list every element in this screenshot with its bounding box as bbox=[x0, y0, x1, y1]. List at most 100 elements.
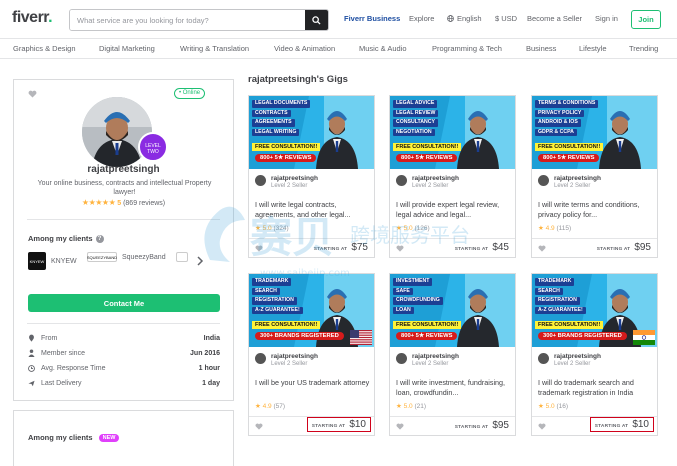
seller-name[interactable]: rajatpreetsingh bbox=[554, 175, 601, 182]
gig-thumbnail[interactable]: TRADEMARK SEARCH REGISTRATION A-Z GUARANTEE… bbox=[249, 274, 374, 347]
gig-thumbnail[interactable]: LEGAL DOCUMENTS CONTRACTS AGREEMENTS LEGAL … bbox=[249, 96, 374, 169]
gig-seller: rajatpreetsingh Level 2 Seller bbox=[396, 353, 459, 368]
gig-thumbnail[interactable]: TRADEMARK SEARCH REGISTRATION A-Z GUARANTEE… bbox=[532, 274, 657, 347]
free-consultation-label: FREE CONSULTATION!! bbox=[535, 321, 604, 329]
price-amount: $75 bbox=[351, 242, 368, 253]
client-logo bbox=[176, 252, 188, 262]
sign-in-link[interactable]: Sign in bbox=[595, 14, 618, 23]
gig-thumb-ribbon: TERMS & CONDITIONS bbox=[535, 100, 599, 108]
search-input[interactable] bbox=[70, 10, 305, 30]
category-graphics-design[interactable]: Graphics & Design bbox=[13, 44, 76, 53]
gig-thumb-ribbon: TRADEMARK bbox=[535, 278, 575, 286]
heart-icon[interactable] bbox=[396, 245, 404, 252]
starting-at-label: STARTING AT bbox=[594, 424, 629, 429]
gig-rating: ★ 4.9 (57) bbox=[255, 403, 286, 410]
gig-thumbnail[interactable]: TERMS & CONDITIONS PRIVACY POLICY ANDROID … bbox=[532, 96, 657, 169]
gig-thumb-ribbon: LEGAL WRITING bbox=[252, 128, 300, 136]
category-video-animation[interactable]: Video & Animation bbox=[274, 44, 335, 53]
gig-title[interactable]: I will write legal contracts, agreements… bbox=[255, 200, 370, 220]
starting-at-label: STARTING AT bbox=[454, 247, 489, 252]
heart-icon[interactable] bbox=[255, 245, 263, 252]
heart-icon[interactable] bbox=[538, 245, 546, 252]
gig-title[interactable]: I will provide expert legal review, lega… bbox=[396, 200, 511, 220]
help-icon[interactable]: ? bbox=[95, 234, 104, 243]
gig-rating: ★ 5.0 (21) bbox=[396, 403, 427, 410]
heart-icon[interactable] bbox=[28, 90, 37, 98]
seller-level: Level 2 Seller bbox=[554, 183, 591, 189]
category-writing-translation[interactable]: Writing & Translation bbox=[180, 44, 249, 53]
seller-name[interactable]: rajatpreetsingh bbox=[271, 353, 318, 360]
category-nav: Graphics & Design Digital Marketing Writ… bbox=[0, 38, 677, 59]
seller-avatar-small[interactable] bbox=[538, 175, 549, 186]
currency-selector[interactable]: $ USD bbox=[495, 14, 517, 23]
seller-name[interactable]: rajatpreetsingh bbox=[554, 353, 601, 360]
contact-me-button[interactable]: Contact Me bbox=[28, 294, 220, 312]
join-button[interactable]: Join bbox=[631, 10, 661, 29]
gig-thumbnail[interactable]: INVESTMENT SAFE CROWDFUNDING LOAN FREE CONSU… bbox=[390, 274, 515, 347]
gig-thumb-ribbon: CONTRACTS bbox=[252, 109, 291, 117]
gig-thumb-ribbon: PRIVACY POLICY bbox=[535, 109, 585, 117]
gig-footer: STARTING AT $10 bbox=[249, 416, 374, 435]
category-digital-marketing[interactable]: Digital Marketing bbox=[99, 44, 155, 53]
new-badge: NEW bbox=[98, 433, 120, 442]
free-consultation-label: FREE CONSULTATION!! bbox=[252, 143, 321, 151]
seller-avatar-small[interactable] bbox=[255, 175, 266, 186]
gig-thumb-ribbon: REGISTRATION bbox=[252, 297, 297, 305]
seller-name[interactable]: rajatpreetsingh bbox=[412, 353, 459, 360]
gig-thumbnail[interactable]: LEGAL ADVICE LEGAL REVIEW CONSULTANCY NEGOT… bbox=[390, 96, 515, 169]
free-consultation-label: FREE CONSULTATION!! bbox=[535, 143, 604, 151]
gig-card[interactable]: INVESTMENT SAFE CROWDFUNDING LOAN FREE CONSU… bbox=[389, 273, 516, 436]
category-trending[interactable]: Trending bbox=[629, 44, 658, 53]
gig-title[interactable]: I will do trademark search and trademark… bbox=[538, 378, 653, 398]
seller-profile-card: • Online LEVEL TWO rajatpreetsingh Your o… bbox=[13, 79, 234, 401]
fiverr-business-link[interactable]: Fiverr Business bbox=[344, 14, 400, 23]
level-two-badge: LEVEL TWO bbox=[138, 132, 168, 162]
language-selector[interactable]: English bbox=[447, 14, 482, 23]
seller-level: Level 2 Seller bbox=[554, 361, 591, 367]
gig-thumb-ribbon: GDPR & CCPA bbox=[535, 128, 577, 136]
gig-seller: rajatpreetsingh Level 2 Seller bbox=[255, 175, 318, 190]
category-music-audio[interactable]: Music & Audio bbox=[359, 44, 407, 53]
category-business[interactable]: Business bbox=[526, 44, 556, 53]
gig-title[interactable]: I will be your US trademark attorney bbox=[255, 378, 370, 398]
gig-card[interactable]: LEGAL ADVICE LEGAL REVIEW CONSULTANCY NEGOT… bbox=[389, 95, 516, 258]
client-partial bbox=[176, 252, 188, 262]
seller-avatar-small[interactable] bbox=[538, 353, 549, 364]
heart-icon[interactable] bbox=[538, 423, 546, 430]
free-consultation-label: FREE CONSULTATION!! bbox=[393, 143, 462, 151]
explore-link[interactable]: Explore bbox=[409, 14, 434, 23]
gig-card[interactable]: TERMS & CONDITIONS PRIVACY POLICY ANDROID … bbox=[531, 95, 658, 258]
gig-thumb-ribbon: A-Z GUARANTEE! bbox=[535, 306, 586, 314]
reviews-badge: 800+ 5★ REVIEWS bbox=[255, 154, 317, 162]
gig-title[interactable]: I will write terms and conditions, priva… bbox=[538, 200, 653, 220]
review-count[interactable]: (869 reviews) bbox=[123, 200, 165, 207]
gig-card[interactable]: TRADEMARK SEARCH REGISTRATION A-Z GUARANTEE… bbox=[248, 273, 375, 436]
squeezyband-logo: SQUEEZYBAND bbox=[87, 252, 117, 262]
search-button[interactable] bbox=[305, 10, 328, 30]
category-lifestyle[interactable]: Lifestyle bbox=[579, 44, 607, 53]
category-programming-tech[interactable]: Programming & Tech bbox=[432, 44, 502, 53]
fiverr-logo[interactable]: fiverr. bbox=[12, 9, 53, 27]
seller-name[interactable]: rajatpreetsingh bbox=[271, 175, 318, 182]
chevron-right-icon[interactable] bbox=[194, 254, 206, 268]
gig-title[interactable]: I will write investment, fundraising, lo… bbox=[396, 378, 511, 398]
seller-name[interactable]: rajatpreetsingh bbox=[412, 175, 459, 182]
become-seller-link[interactable]: Become a Seller bbox=[527, 14, 582, 23]
gig-seller: rajatpreetsingh Level 2 Seller bbox=[538, 353, 601, 368]
seller-username: rajatpreetsingh bbox=[87, 164, 160, 175]
gig-card[interactable]: TRADEMARK SEARCH REGISTRATION A-Z GUARANTEE… bbox=[531, 273, 658, 436]
online-badge: • Online bbox=[174, 88, 206, 99]
gig-thumb-ribbon: SAFE bbox=[393, 287, 413, 295]
gigs-section-title: rajatpreetsingh's Gigs bbox=[248, 74, 348, 85]
location-icon bbox=[29, 334, 34, 342]
seller-avatar-small[interactable] bbox=[396, 175, 407, 186]
divider bbox=[27, 323, 220, 324]
globe-icon bbox=[447, 15, 454, 22]
heart-icon[interactable] bbox=[396, 423, 404, 430]
gig-thumb-ribbon: NEGOTIATION bbox=[393, 128, 435, 136]
gig-card[interactable]: LEGAL DOCUMENTS CONTRACTS AGREEMENTS LEGAL … bbox=[248, 95, 375, 258]
gig-seller: rajatpreetsingh Level 2 Seller bbox=[255, 353, 318, 368]
heart-icon[interactable] bbox=[255, 423, 263, 430]
seller-avatar-small[interactable] bbox=[396, 353, 407, 364]
seller-avatar-small[interactable] bbox=[255, 353, 266, 364]
